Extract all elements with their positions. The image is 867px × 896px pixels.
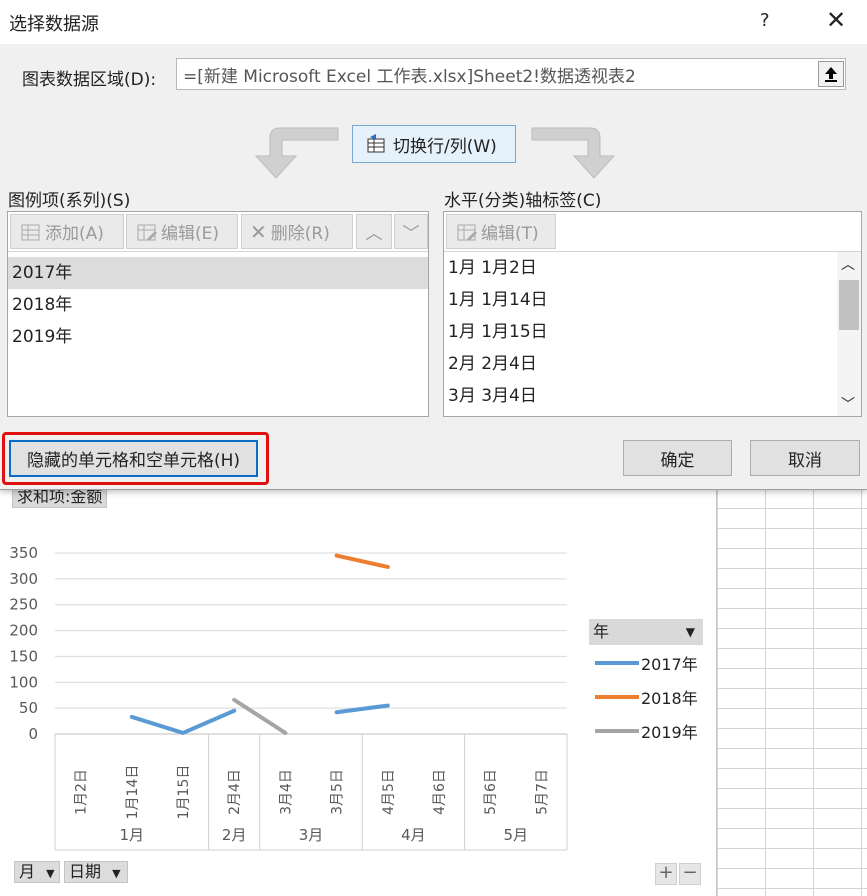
x-tick-label: 5月7日 [534,769,550,815]
row-field-month-button[interactable]: 月 ▼ [14,861,60,883]
x-group-label: 4月 [401,826,426,844]
ok-button[interactable]: 确定 [623,440,732,476]
switch-row-column-button[interactable]: 切换行/列(W) [352,125,516,163]
axis-toolbar: 编辑(T) [444,212,861,252]
axis-list-scrollbar[interactable]: ︿ ﹀ [837,252,861,416]
y-tick-label: 100 [9,673,38,691]
axis-label-item[interactable]: 1月 1月14日 [444,284,837,316]
select-data-source-dialog: 选择数据源 ? ✕ 图表数据区域(D): 切换行/列(W) 图例项(系列)(S) [0,0,867,490]
add-table-icon [21,224,40,240]
left-curved-arrow-icon [254,127,339,179]
axis-label-item[interactable]: 1月 1月2日 [444,252,837,284]
series-panel-label: 图例项(系列)(S) [8,191,131,211]
axis-panel-label: 水平(分类)轴标签(C) [444,191,602,211]
y-tick-label: 350 [9,544,38,562]
scroll-up-icon[interactable]: ︿ [841,254,855,274]
y-tick-label: 50 [19,699,38,717]
series-toolbar: 添加(A) 编辑(E) ✕ 删除(R) ︿ ﹀ [8,212,428,252]
pivot-chart-area: 求和项:金额 0 50 100 150 200 250 300 350 1月2日 1月14日 1月1… [0,486,867,896]
expand-field-button[interactable]: + [655,863,677,885]
legend-entry: 2017年 [595,651,698,675]
series-list-item[interactable]: 2017年 [8,257,428,289]
series-list-item[interactable]: 2018年 [8,289,428,321]
x-tick-label: 4月6日 [432,769,448,815]
series-line [334,553,390,569]
x-icon: ✕ [250,219,267,244]
switch-row-column-label: 切换行/列(W) [393,136,497,157]
y-tick-label: 200 [9,622,38,640]
legend-field-button[interactable]: 年 ▼ [589,619,703,645]
edit-axis-labels-button[interactable]: 编辑(T) [446,214,556,249]
help-button[interactable]: ? [760,10,770,31]
remove-series-button[interactable]: ✕ 删除(R) [241,214,353,249]
series-line [129,708,237,735]
worksheet-grid [716,488,867,896]
x-tick-label: 2月4日 [227,769,243,815]
range-label: 图表数据区域(D): [22,70,157,90]
series-line [232,697,288,735]
edit-series-button[interactable]: 编辑(E) [126,214,238,249]
move-up-button[interactable]: ︿ [356,214,392,249]
edit-table-icon [137,224,157,241]
axis-labels-panel: 编辑(T) 1月 1月2日 1月 1月14日 1月 1月15日 2月 2月4日 3月 3… [443,211,862,417]
switch-row-column-icon [367,134,385,153]
legend-swatch [595,695,639,699]
x-tick-label: 3月5日 [330,769,346,815]
legend-entry: 2018年 [595,685,698,709]
x-tick-label: 1月2日 [74,769,90,815]
series-line [334,703,390,715]
dropdown-arrow-icon: ▼ [685,625,695,639]
row-field-date-button[interactable]: 日期 ▼ [64,861,128,883]
chevron-down-icon: ﹀ [402,224,420,244]
y-tick-label: 250 [9,596,38,614]
title-bar: 选择数据源 ? ✕ [0,0,867,44]
upload-arrow-icon [825,67,837,82]
x-tick-label: 4月5日 [381,769,397,815]
move-down-button[interactable]: ﹀ [394,214,428,249]
legend-field-label: 年 [593,622,610,641]
dialog-title: 选择数据源 [9,14,99,35]
dropdown-arrow-icon: ▼ [112,867,121,880]
hidden-and-empty-cells-button[interactable]: 隐藏的单元格和空单元格(H) [9,440,258,477]
close-button[interactable]: ✕ [826,6,846,34]
axis-label-item[interactable]: 3月 3月4日 [444,380,837,412]
series-panel: 添加(A) 编辑(E) ✕ 删除(R) ︿ ﹀ 2017年 2018年 2019年 [7,211,429,417]
collapse-dialog-button[interactable] [818,61,844,87]
scroll-down-icon[interactable]: ﹀ [841,394,855,414]
legend-swatch [595,729,639,733]
x-tick-label: 1月15日 [176,765,192,820]
x-tick-label: 1月14日 [125,765,141,820]
add-series-button[interactable]: 添加(A) [10,214,124,249]
axis-label-item[interactable]: 1月 1月15日 [444,316,837,348]
dropdown-arrow-icon: ▼ [46,867,55,880]
x-group-label: 2月 [222,826,247,844]
y-tick-label: 300 [9,570,38,588]
x-tick-label: 5月6日 [483,769,499,815]
x-group-label: 3月 [299,826,324,844]
legend-label: 2019年 [641,723,698,742]
x-group-label: 5月 [504,826,529,844]
scroll-thumb[interactable] [839,280,859,330]
y-tick-label: 0 [28,725,38,743]
cancel-button[interactable]: 取消 [750,440,860,476]
axis-label-item[interactable]: 2月 2月4日 [444,348,837,380]
legend-label: 2018年 [641,689,698,708]
data-range-input[interactable] [176,58,846,90]
edit-table-icon [457,224,477,241]
x-tick-label: 3月4日 [278,769,294,815]
legend-label: 2017年 [641,655,698,674]
chevron-up-icon: ︿ [365,224,383,244]
legend-swatch [595,661,639,665]
legend-entry: 2019年 [595,719,698,743]
x-group-label: 1月 [120,826,145,844]
collapse-field-button[interactable]: − [679,863,701,885]
right-curved-arrow-icon [531,127,616,179]
series-list-item[interactable]: 2019年 [8,321,428,353]
y-tick-label: 150 [9,647,38,665]
